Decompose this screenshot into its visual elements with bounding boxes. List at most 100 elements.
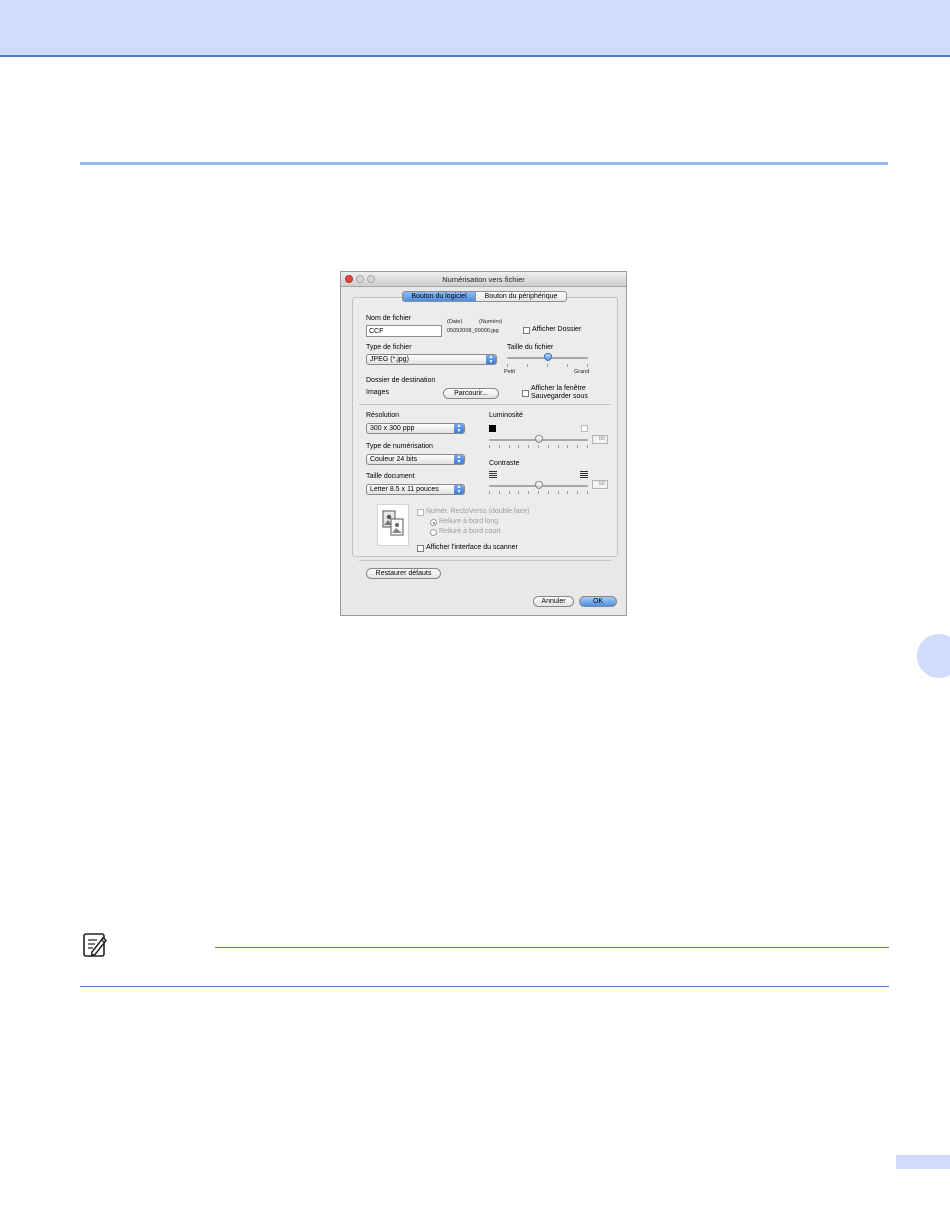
document-size-value: Letter 8.5 x 11 pouces	[370, 486, 439, 493]
brightness-label: Luminosité	[489, 412, 523, 419]
slider-tick	[528, 445, 530, 448]
scan-type-label: Type de numérisation	[366, 443, 433, 450]
file-size-max-label: Grand	[574, 369, 590, 375]
title-bar: Numérisation vers fichier	[341, 272, 626, 287]
scan-to-file-dialog: Numérisation vers fichier Bouton du logi…	[340, 271, 627, 616]
date-token-label: (Date)	[447, 319, 463, 325]
slider-tick	[547, 491, 549, 494]
slider-tick	[587, 445, 588, 448]
show-scanner-ui-label: Afficher l'interface du scanner	[426, 544, 518, 551]
slider-tick	[587, 491, 588, 494]
slider-tick	[567, 491, 569, 494]
browse-button[interactable]: Parcourir...	[443, 388, 499, 399]
close-window-button[interactable]	[345, 275, 353, 283]
destination-label: Dossier de destination	[366, 377, 436, 384]
file-type-value: JPEG (*.jpg)	[370, 356, 409, 363]
minimize-window-button[interactable]	[356, 275, 364, 283]
low-contrast-icon	[489, 471, 497, 478]
resolution-value: 300 x 300 ppp	[370, 425, 415, 432]
contrast-label: Contraste	[489, 460, 520, 467]
zoom-window-button[interactable]	[367, 275, 375, 283]
short-edge-radio[interactable]	[430, 529, 437, 536]
ok-button[interactable]: OK	[579, 596, 617, 607]
slider-tick	[489, 445, 490, 448]
resolution-select[interactable]: 300 x 300 ppp ▲ ▼	[366, 423, 465, 434]
contrast-value[interactable]: 50	[592, 480, 608, 489]
light-swatch-icon	[581, 425, 588, 432]
page-number-badge	[896, 1155, 950, 1169]
file-type-label: Type de fichier	[366, 344, 412, 351]
contrast-ticks	[489, 491, 588, 494]
slider-tick	[557, 491, 559, 494]
chapter-tab	[917, 634, 950, 678]
duplex-checkbox[interactable]	[417, 509, 424, 516]
slider-tick	[547, 445, 549, 448]
file-size-label: Taille du fichier	[507, 344, 554, 351]
slider-tick	[567, 364, 568, 367]
dark-swatch-icon	[489, 425, 496, 432]
scan-type-select[interactable]: Couleur 24 bits ▲ ▼	[366, 454, 465, 465]
resolution-label: Résolution	[366, 412, 400, 419]
slider-tick	[518, 445, 520, 448]
separator	[359, 560, 611, 561]
long-edge-radio[interactable]	[430, 519, 437, 526]
file-name-label: Nom de fichier	[366, 315, 412, 322]
slider-tick	[587, 364, 588, 367]
brightness-value[interactable]: 50	[592, 435, 608, 444]
file-size-ticks	[507, 364, 588, 367]
show-scanner-ui-checkbox[interactable]	[417, 545, 424, 552]
save-as-window-checkbox[interactable]	[522, 390, 529, 397]
note-rule	[215, 947, 889, 948]
file-name-example: 05092008_00000.jpg	[447, 328, 499, 334]
slider-tick	[538, 491, 539, 494]
slider-tick	[557, 445, 559, 448]
slider-tick	[518, 491, 520, 494]
show-folder-label: Afficher Dossier	[532, 326, 582, 333]
long-edge-label: Reliure à bord long	[439, 518, 499, 525]
popup-arrows-icon: ▲ ▼	[454, 424, 464, 433]
separator	[359, 404, 611, 405]
slider-tick	[498, 491, 500, 494]
show-folder-checkbox[interactable]	[523, 327, 530, 334]
slider-tick	[547, 364, 548, 367]
note-end-rule	[80, 986, 889, 987]
slider-tick	[528, 491, 530, 494]
duplex-label: Numér. RectoVerso (double face)	[426, 508, 530, 515]
popup-arrows-icon: ▲ ▼	[454, 485, 464, 494]
document-size-label: Taille document	[366, 473, 415, 480]
high-contrast-icon	[580, 471, 588, 478]
document-size-select[interactable]: Letter 8.5 x 11 pouces ▲ ▼	[366, 484, 465, 495]
file-type-select[interactable]: JPEG (*.jpg) ▲ ▼	[366, 354, 497, 365]
save-as-label-line1: Afficher la fenêtre	[531, 385, 586, 392]
slider-tick	[498, 445, 500, 448]
duplex-preview-icon	[377, 504, 409, 546]
slider-tick	[538, 445, 539, 448]
restore-defaults-button[interactable]: Restaurer défauts	[366, 568, 441, 579]
section-divider	[80, 162, 888, 165]
slider-tick	[577, 445, 579, 448]
file-size-slider-thumb[interactable]	[543, 353, 552, 361]
short-edge-label: Reliure à bord court	[439, 528, 501, 535]
tab-software-button[interactable]: Bouton du logiciel	[402, 291, 476, 302]
brightness-ticks	[489, 445, 588, 448]
slider-tick	[508, 445, 510, 448]
note-pencil-icon	[80, 930, 110, 960]
slider-tick	[527, 364, 528, 367]
slider-tick	[567, 445, 569, 448]
popup-arrows-icon: ▲ ▼	[486, 355, 496, 364]
slider-tick	[577, 491, 579, 494]
scan-type-value: Couleur 24 bits	[370, 456, 418, 463]
header-band	[0, 0, 950, 57]
slider-tick	[507, 364, 508, 367]
slider-tick	[508, 491, 510, 494]
save-as-label-line2: Sauvegarder sous	[531, 393, 588, 400]
file-size-min-label: Petit	[504, 369, 516, 375]
brightness-slider-thumb[interactable]	[534, 435, 543, 443]
file-name-input[interactable]: CCF	[366, 325, 442, 337]
cancel-button[interactable]: Annuler	[533, 596, 574, 607]
tab-device-button[interactable]: Bouton du périphérique	[475, 291, 567, 302]
slider-tick	[489, 491, 490, 494]
number-token-label: (Numéro)	[479, 319, 503, 325]
contrast-slider-thumb[interactable]	[534, 481, 543, 489]
destination-value: Images	[366, 389, 389, 396]
